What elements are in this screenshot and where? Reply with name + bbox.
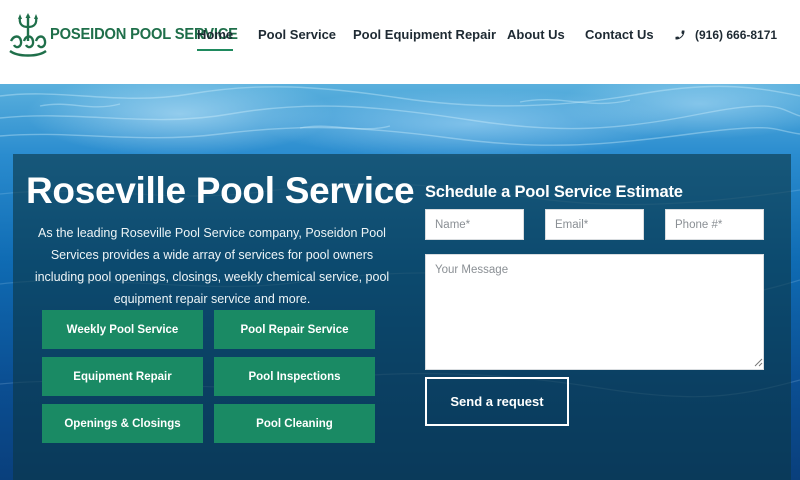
service-button-openings-closings[interactable]: Openings & Closings [42, 404, 203, 443]
email-field[interactable] [545, 209, 644, 240]
hero-description: As the leading Roseville Pool Service co… [34, 226, 390, 306]
site-header: POSEIDON POOL SERVICE Home Pool Service … [0, 0, 800, 84]
nav-item-contact-us[interactable]: Contact Us [585, 27, 654, 42]
name-field[interactable] [425, 209, 524, 240]
resize-grip-icon[interactable] [754, 358, 763, 367]
service-button-pool-repair-service[interactable]: Pool Repair Service [214, 310, 375, 349]
trident-waves-logo-icon [9, 13, 47, 57]
phone-field[interactable] [665, 209, 764, 240]
nav-item-pool-equipment-repair[interactable]: Pool Equipment Repair [353, 27, 496, 42]
service-button-weekly-pool-service[interactable]: Weekly Pool Service [42, 310, 203, 349]
service-button-equipment-repair[interactable]: Equipment Repair [42, 357, 203, 396]
send-request-button[interactable]: Send a request [425, 377, 569, 426]
page-title: Roseville Pool Service [26, 170, 415, 211]
form-title: Schedule a Pool Service Estimate [425, 183, 683, 201]
phone-icon [675, 30, 685, 40]
nav-item-home[interactable]: Home [197, 27, 234, 51]
service-button-pool-cleaning[interactable]: Pool Cleaning [214, 404, 375, 443]
service-button-pool-inspections[interactable]: Pool Inspections [214, 357, 375, 396]
phone-link[interactable]: (916) 666-8171 [674, 28, 777, 42]
message-field[interactable] [425, 254, 764, 370]
nav-item-pool-service[interactable]: Pool Service [258, 27, 336, 42]
nav-item-about-us[interactable]: About Us [507, 27, 565, 42]
phone-number: (916) 666-8171 [695, 28, 778, 42]
